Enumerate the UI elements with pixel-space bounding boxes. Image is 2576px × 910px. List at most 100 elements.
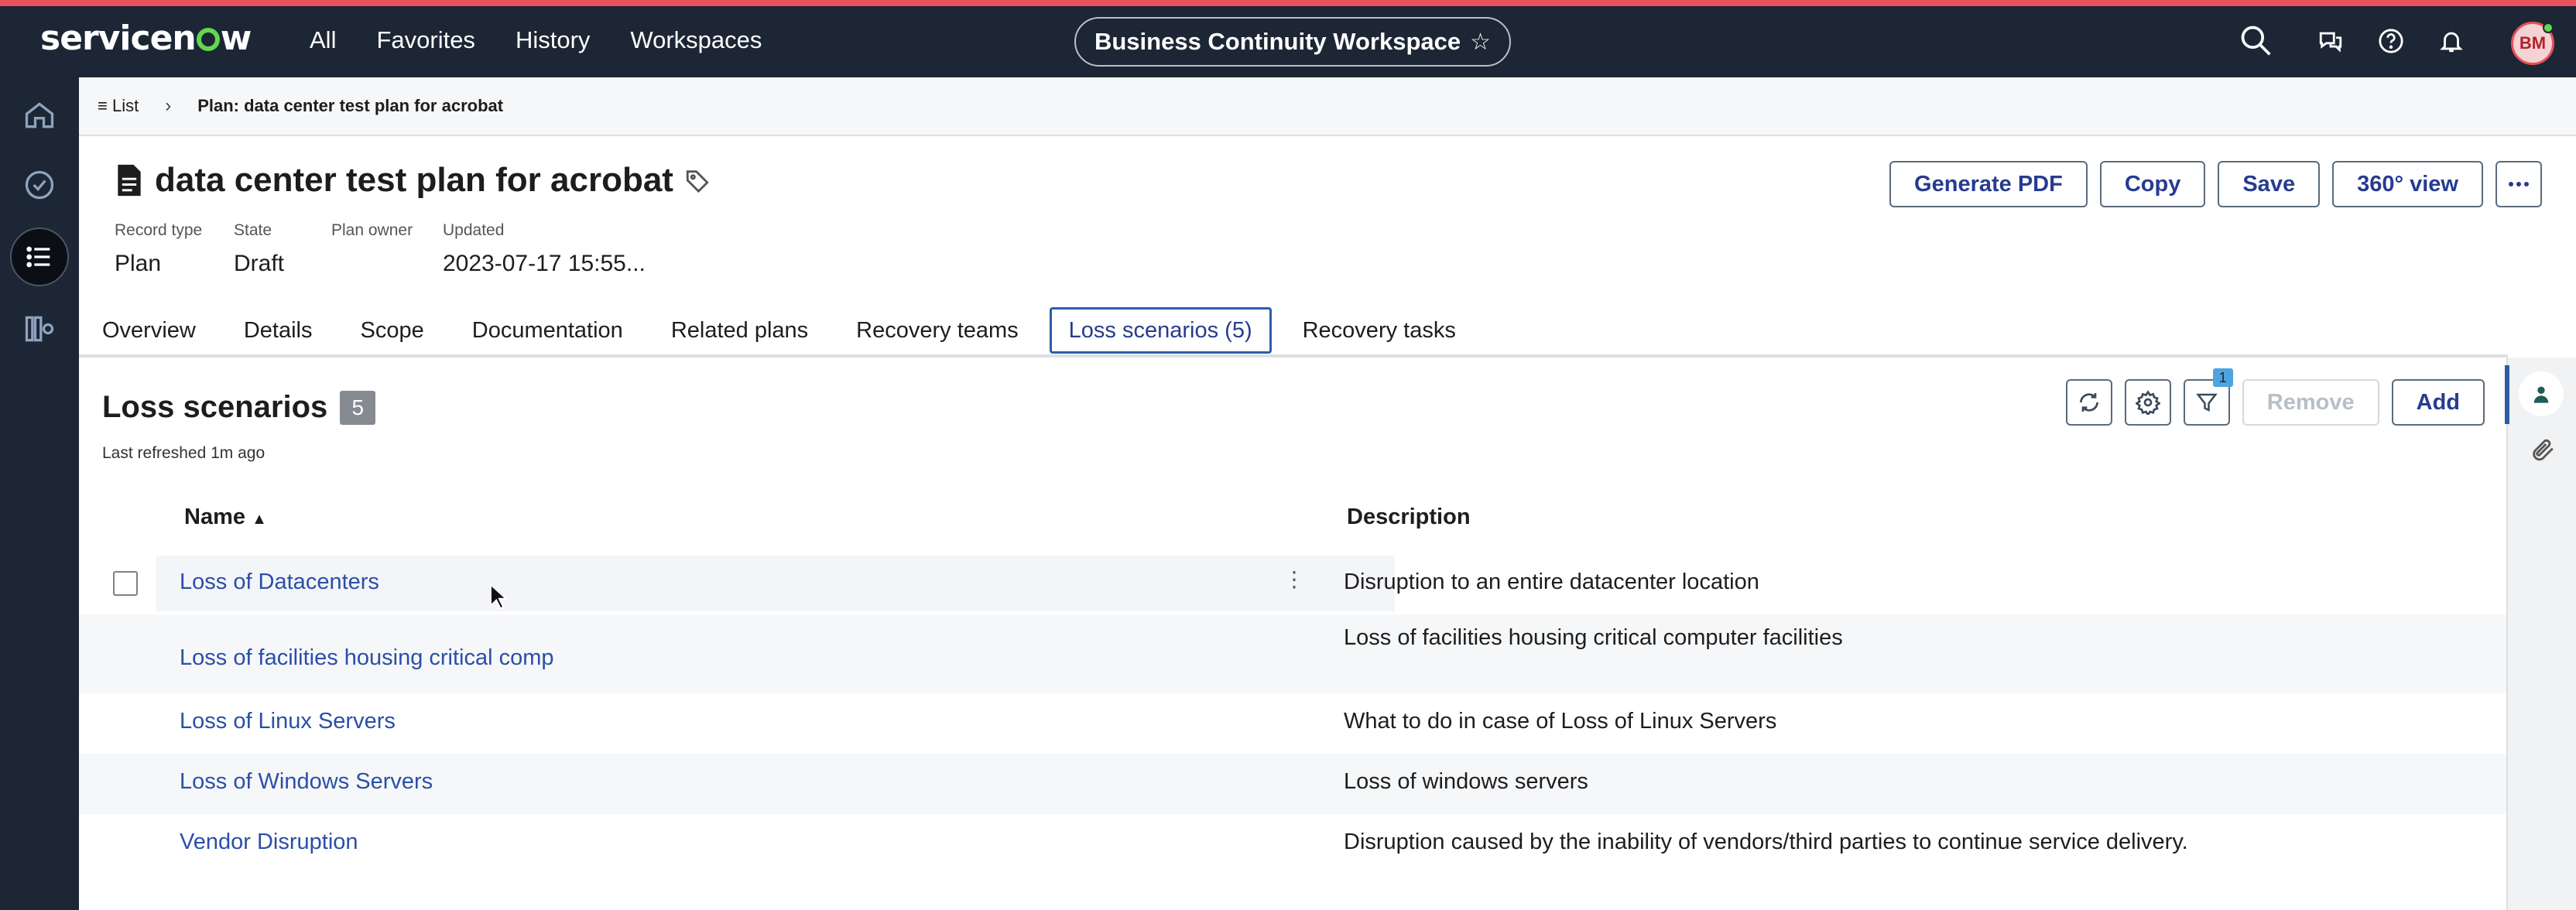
list-icon: [26, 246, 50, 268]
record-actions: Generate PDF Copy Save 360° view: [1889, 161, 2542, 207]
column-header-name[interactable]: Name ▲: [184, 505, 267, 530]
right-rail: [2505, 358, 2576, 910]
row-name-link[interactable]: Loss of Linux Servers: [180, 709, 396, 734]
column-header-description[interactable]: Description: [1347, 505, 1471, 530]
paperclip-icon[interactable]: [2530, 436, 2556, 463]
count-badge: 5: [340, 390, 376, 425]
last-refreshed: Last refreshed 1m ago: [102, 444, 265, 462]
check-circle-icon: [25, 170, 54, 200]
breadcrumb-list-label: List: [111, 96, 139, 115]
tab-related-plans[interactable]: Related plans: [654, 307, 825, 354]
search-icon[interactable]: [2239, 23, 2273, 57]
refresh-button[interactable]: [2065, 379, 2112, 426]
row-checkbox[interactable]: [113, 571, 138, 596]
bell-icon[interactable]: [2438, 28, 2465, 54]
nav-history[interactable]: History: [516, 26, 590, 54]
home-icon: [25, 102, 54, 128]
row-name-link[interactable]: Loss of facilities housing critical comp: [180, 645, 554, 671]
chat-icon[interactable]: [2317, 28, 2344, 54]
refresh-icon: [2079, 393, 2098, 412]
field-label: Record type: [115, 221, 203, 239]
list-toolbar: 1 Remove Add: [2065, 368, 2485, 426]
mouse-cursor-icon: [490, 583, 506, 610]
field-value: 2023-07-17 15:55...: [443, 251, 646, 276]
table-row[interactable]: Loss of facilities housing critical comp…: [79, 614, 2508, 693]
nav-workspaces[interactable]: Workspaces: [630, 26, 762, 54]
breadcrumb: ≡ List › Plan: data center test plan for…: [79, 77, 2576, 136]
save-button[interactable]: Save: [2218, 161, 2321, 207]
row-description: What to do in case of Loss of Linux Serv…: [1344, 709, 1777, 734]
servicenow-logo[interactable]: servicen w: [40, 19, 252, 58]
table-row[interactable]: Loss of Datacenters ⋮ Disruption to an e…: [79, 552, 2508, 614]
filter-icon: [2195, 393, 2218, 412]
library-icon: [25, 316, 54, 342]
nav-favorites[interactable]: Favorites: [376, 26, 474, 54]
record-title-text: data center test plan for acrobat: [155, 161, 673, 199]
person-icon: [2533, 386, 2549, 403]
360-view-button[interactable]: 360° view: [2332, 161, 2483, 207]
active-panel-marker: [2505, 365, 2509, 424]
row-name-link[interactable]: Vendor Disruption: [180, 830, 358, 855]
row-menu-icon[interactable]: ⋮: [1283, 566, 1305, 592]
field-state: State Draft: [234, 221, 308, 277]
rail-library[interactable]: [17, 306, 62, 351]
filter-count-badge: 1: [2212, 368, 2233, 387]
breadcrumb-current: Plan: data center test plan for acrobat: [197, 96, 504, 115]
nav-all[interactable]: All: [310, 26, 336, 54]
rail-list[interactable]: [10, 228, 69, 286]
rail-home[interactable]: [17, 93, 62, 138]
workspace-pill[interactable]: Business Continuity Workspace ☆: [1074, 17, 1511, 67]
list-title-text: Loss scenarios: [102, 390, 328, 424]
breadcrumb-list-link[interactable]: ≡ List: [98, 96, 139, 116]
copy-button[interactable]: Copy: [2099, 161, 2206, 207]
field-updated: Updated 2023-07-17 15:55...: [443, 221, 646, 277]
tag-icon[interactable]: [684, 167, 711, 193]
field-label: Updated: [443, 221, 505, 239]
workspace-name: Business Continuity Workspace: [1094, 28, 1461, 55]
remove-button[interactable]: Remove: [2242, 379, 2379, 426]
record-title: data center test plan for acrobat: [115, 161, 711, 200]
nav-links: All Favorites History Workspaces: [310, 26, 802, 54]
tab-recovery-teams[interactable]: Recovery teams: [839, 307, 1036, 354]
tab-documentation[interactable]: Documentation: [455, 307, 640, 354]
rail-tasks[interactable]: [17, 162, 62, 207]
tab-recovery-tasks[interactable]: Recovery tasks: [1286, 307, 1473, 354]
column-header-label: Description: [1347, 505, 1471, 529]
tab-loss-scenarios[interactable]: Loss scenarios (5): [1049, 307, 1272, 354]
star-icon[interactable]: ☆: [1470, 29, 1491, 56]
field-plan-owner: Plan owner: [331, 221, 420, 277]
field-label: State: [234, 221, 272, 239]
generate-pdf-button[interactable]: Generate PDF: [1889, 161, 2088, 207]
field-record-type: Record type Plan: [115, 221, 211, 277]
help-icon[interactable]: [2378, 28, 2404, 54]
add-button[interactable]: Add: [2391, 379, 2485, 426]
field-value: Draft: [234, 251, 285, 276]
user-avatar[interactable]: BM: [2511, 22, 2554, 65]
field-value: Plan: [115, 251, 162, 276]
row-description: Disruption to an entire datacenter locat…: [1344, 570, 1759, 594]
row-description: Disruption caused by the inability of ve…: [1344, 830, 2188, 854]
list-settings-button[interactable]: [2124, 379, 2171, 426]
row-name-link[interactable]: Loss of Datacenters: [180, 570, 379, 595]
row-name-link[interactable]: Loss of Windows Servers: [180, 769, 433, 795]
row-description: Loss of windows servers: [1344, 769, 1588, 794]
tab-overview[interactable]: Overview: [85, 307, 213, 354]
table-row[interactable]: Loss of Linux Servers What to do in case…: [79, 693, 2508, 754]
rail-contact-button[interactable]: [2519, 371, 2564, 416]
gear-icon: [2135, 390, 2160, 415]
tab-details[interactable]: Details: [227, 307, 330, 354]
top-navigation: servicen w All Favorites History Workspac…: [0, 0, 2576, 77]
list-title: Loss scenarios 5: [102, 390, 376, 425]
filter-button[interactable]: 1: [2183, 368, 2233, 426]
table-row[interactable]: Vendor Disruption Disruption caused by t…: [79, 814, 2508, 874]
column-header-label: Name: [184, 505, 245, 529]
more-horizontal-icon: [2509, 182, 2529, 186]
chevron-right-icon: ›: [165, 95, 172, 116]
record-fields: Record type Plan State Draft Plan owner …: [115, 221, 669, 277]
loss-scenarios-list: Loss scenarios 5 Last refreshed 1m ago 1…: [79, 358, 2508, 910]
tab-scope[interactable]: Scope: [344, 307, 441, 354]
document-icon: [118, 164, 141, 197]
avatar-initials: BM: [2519, 33, 2547, 53]
table-row[interactable]: Loss of Windows Servers Loss of windows …: [79, 754, 2508, 814]
more-actions-button[interactable]: [2496, 161, 2542, 207]
